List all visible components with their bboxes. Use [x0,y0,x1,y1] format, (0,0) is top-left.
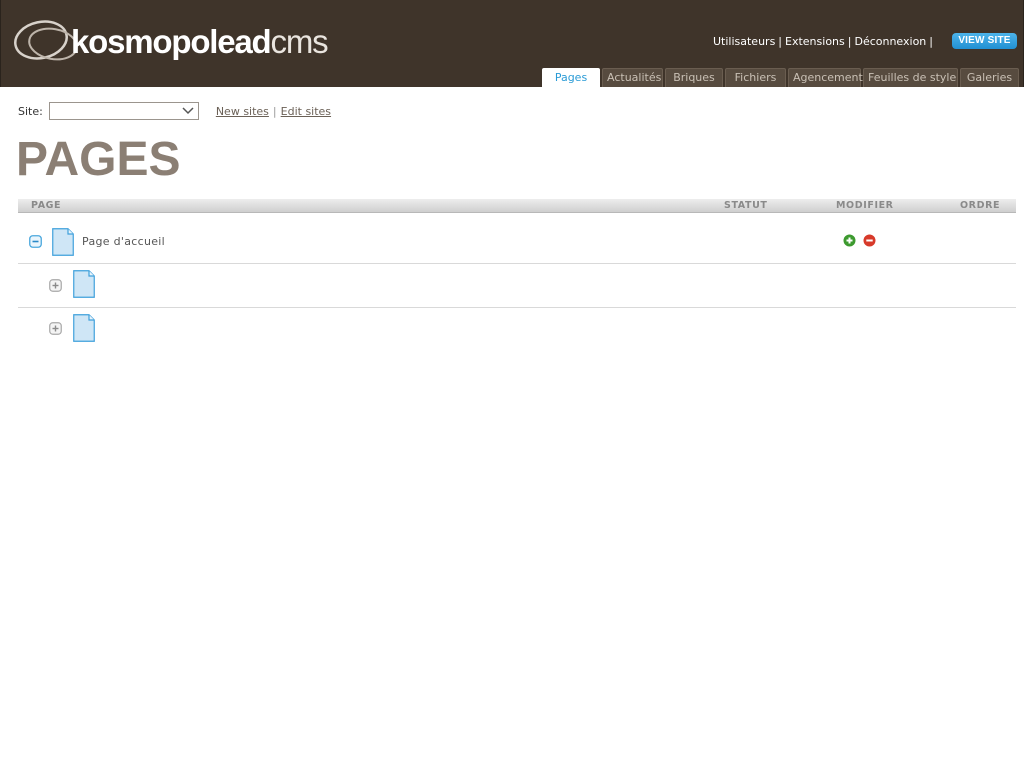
view-site-button[interactable]: VIEW SITE [952,33,1017,49]
top-links: Utilisateurs | Extensions | Déconnexion | [712,35,933,48]
link-extensions[interactable]: Extensions [785,35,845,48]
document-icon [73,270,95,298]
table-row: Page d'accueil [18,214,1016,264]
site-selector-row: Site: New sites | Edit sites [18,101,331,121]
column-header-statut: STATUT [724,200,768,211]
page-title-link[interactable]: Page d'accueil [82,235,165,248]
tab-actualites[interactable]: Actualités [602,68,663,87]
pages-table-header: PAGE STATUT MODIFIER ORDRE [18,199,1016,213]
link-utilisateurs[interactable]: Utilisateurs [713,35,775,48]
tab-feuilles-de-style[interactable]: Feuilles de style [863,68,958,87]
link-deconnexion[interactable]: Déconnexion [854,35,926,48]
logo[interactable]: kosmopoleadcms [13,18,329,66]
top-header: kosmopoleadcms Utilisateurs | Extensions | D… [0,0,1024,88]
minus-square-icon[interactable] [29,235,42,248]
site-select[interactable] [48,102,199,120]
tab-agencement[interactable]: Agencement [788,68,863,87]
add-circle-icon[interactable] [843,234,856,247]
tab-fichiers[interactable]: Fichiers [725,68,786,87]
edit-sites-link[interactable]: Edit sites [281,105,331,118]
logo-text: kosmopoleadcms [71,23,329,60]
site-label: Site: [18,104,43,118]
document-icon [73,314,95,342]
chevron-down-icon [182,107,194,115]
plus-square-icon[interactable] [49,322,62,335]
document-icon [52,228,74,256]
main-tabs: Pages Actualités Briques Fichiers Agence… [542,68,1019,88]
tab-pages[interactable]: Pages [542,68,600,88]
page-title: PAGES [16,133,181,186]
tab-galeries[interactable]: Galeries [960,68,1019,87]
column-header-modifier: MODIFIER [836,200,894,211]
new-sites-link[interactable]: New sites [216,105,269,118]
table-row [18,308,1016,352]
tab-briques[interactable]: Briques [665,68,723,87]
remove-circle-icon[interactable] [863,234,876,247]
column-header-page: PAGE [31,200,62,211]
plus-square-icon[interactable] [49,279,62,292]
column-header-ordre: ORDRE [960,200,1001,211]
table-row [18,264,1016,308]
